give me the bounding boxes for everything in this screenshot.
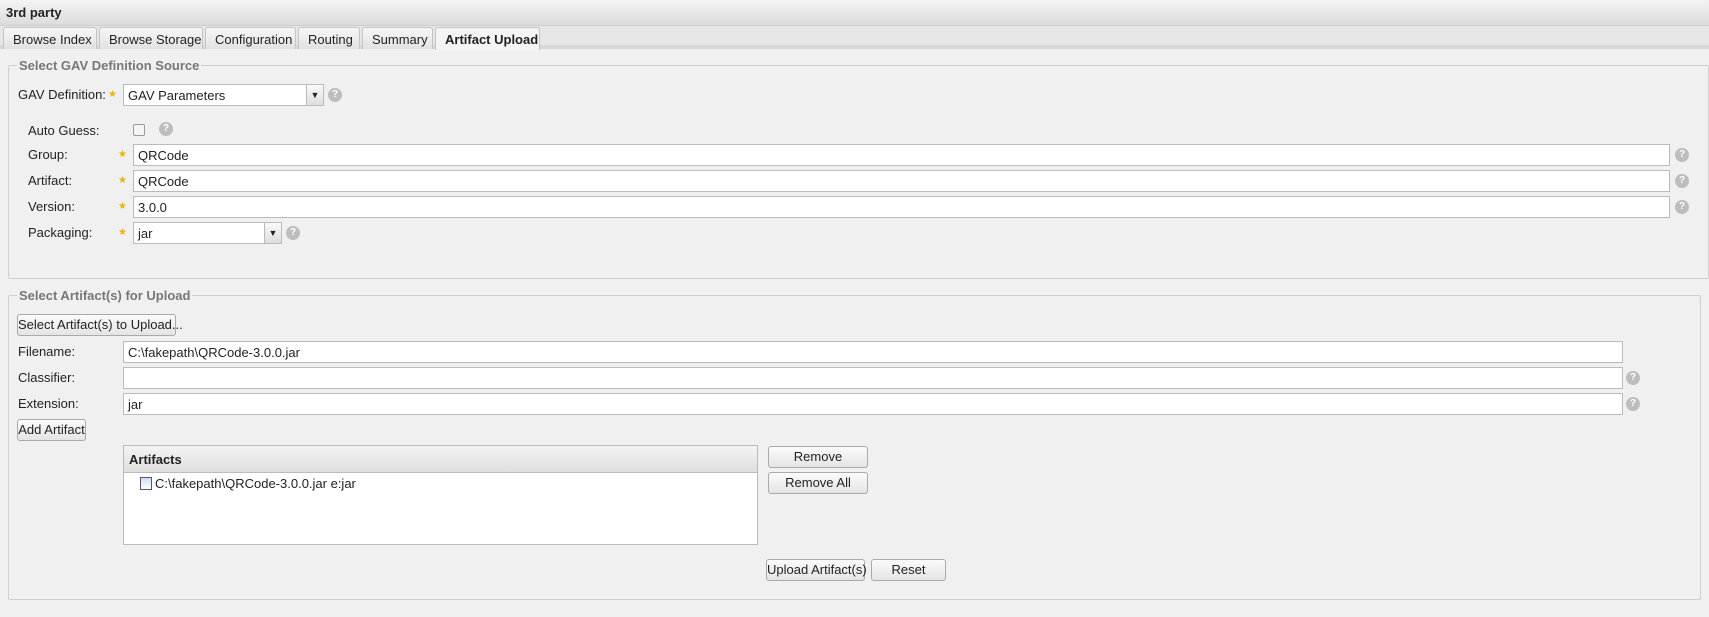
help-icon[interactable]: ? bbox=[286, 226, 300, 240]
required-star-icon: ★ bbox=[118, 175, 127, 186]
help-icon[interactable]: ? bbox=[328, 88, 342, 102]
panel-title: 3rd party bbox=[0, 0, 1709, 26]
remove-button[interactable]: Remove bbox=[768, 446, 868, 468]
extension-label: Extension: bbox=[18, 396, 79, 411]
group-input[interactable]: QRCode bbox=[133, 144, 1670, 166]
required-star-icon: ★ bbox=[118, 227, 127, 238]
required-star-icon: ★ bbox=[118, 149, 127, 160]
tab-strip: Browse Index Browse Storage Configuratio… bbox=[0, 26, 1709, 50]
artifact-row-label: C:\fakepath\QRCode-3.0.0.jar e:jar bbox=[155, 476, 356, 491]
auto-guess-label: Auto Guess: bbox=[28, 123, 100, 138]
upload-legend: Select Artifact(s) for Upload bbox=[19, 288, 191, 303]
required-star-icon: ★ bbox=[108, 89, 117, 100]
packaging-select[interactable]: jar ▼ bbox=[133, 222, 282, 244]
required-star-icon: ★ bbox=[118, 201, 127, 212]
version-label: Version: bbox=[28, 199, 75, 214]
tab-routing[interactable]: Routing bbox=[298, 27, 360, 49]
auto-guess-checkbox[interactable] bbox=[133, 124, 145, 136]
packaging-label: Packaging: bbox=[28, 225, 93, 240]
help-icon[interactable]: ? bbox=[1675, 174, 1689, 188]
tab-browse-index[interactable]: Browse Index bbox=[3, 27, 97, 49]
artifact-input[interactable]: QRCode bbox=[133, 170, 1670, 192]
tab-summary[interactable]: Summary bbox=[362, 27, 433, 49]
chevron-down-icon: ▼ bbox=[264, 223, 281, 243]
chevron-down-icon: ▼ bbox=[306, 85, 323, 105]
tab-browse-storage[interactable]: Browse Storage bbox=[99, 27, 203, 49]
extension-input[interactable]: jar bbox=[123, 393, 1623, 415]
artifact-row[interactable]: C:\fakepath\QRCode-3.0.0.jar e:jar bbox=[124, 473, 757, 494]
upload-artifacts-button[interactable]: Upload Artifact(s) bbox=[766, 559, 867, 581]
help-icon[interactable]: ? bbox=[1626, 397, 1640, 411]
artifact-label: Artifact: bbox=[28, 173, 73, 188]
packaging-value: jar bbox=[138, 226, 153, 241]
upload-fieldset: Select Artifact(s) for Upload bbox=[8, 288, 1701, 600]
remove-all-button[interactable]: Remove All bbox=[768, 472, 868, 494]
group-label: Group: bbox=[28, 147, 68, 162]
tab-configuration[interactable]: Configuration bbox=[205, 27, 296, 49]
filename-input[interactable]: C:\fakepath\QRCode-3.0.0.jar bbox=[123, 341, 1623, 363]
gav-definition-value: GAV Parameters bbox=[128, 88, 226, 103]
help-icon[interactable]: ? bbox=[1675, 148, 1689, 162]
reset-button[interactable]: Reset bbox=[871, 559, 946, 581]
help-icon[interactable]: ? bbox=[1626, 371, 1640, 385]
gav-definition-select[interactable]: GAV Parameters ▼ bbox=[123, 84, 324, 106]
artifacts-grid-header: Artifacts bbox=[124, 446, 757, 473]
gav-definition-label: GAV Definition: bbox=[18, 87, 106, 102]
classifier-label: Classifier: bbox=[18, 370, 76, 385]
tab-artifact-upload[interactable]: Artifact Upload bbox=[435, 27, 540, 50]
filename-label: Filename: bbox=[18, 344, 76, 359]
select-artifacts-button[interactable]: Select Artifact(s) to Upload... bbox=[17, 314, 183, 336]
help-icon[interactable]: ? bbox=[159, 122, 173, 136]
gav-legend: Select GAV Definition Source bbox=[19, 58, 200, 73]
artifacts-grid: Artifacts C:\fakepath\QRCode-3.0.0.jar e… bbox=[123, 445, 758, 545]
classifier-input[interactable] bbox=[123, 367, 1623, 389]
version-input[interactable]: 3.0.0 bbox=[133, 196, 1670, 218]
add-artifact-button[interactable]: Add Artifact bbox=[17, 419, 86, 441]
help-icon[interactable]: ? bbox=[1675, 200, 1689, 214]
file-icon bbox=[140, 477, 152, 490]
